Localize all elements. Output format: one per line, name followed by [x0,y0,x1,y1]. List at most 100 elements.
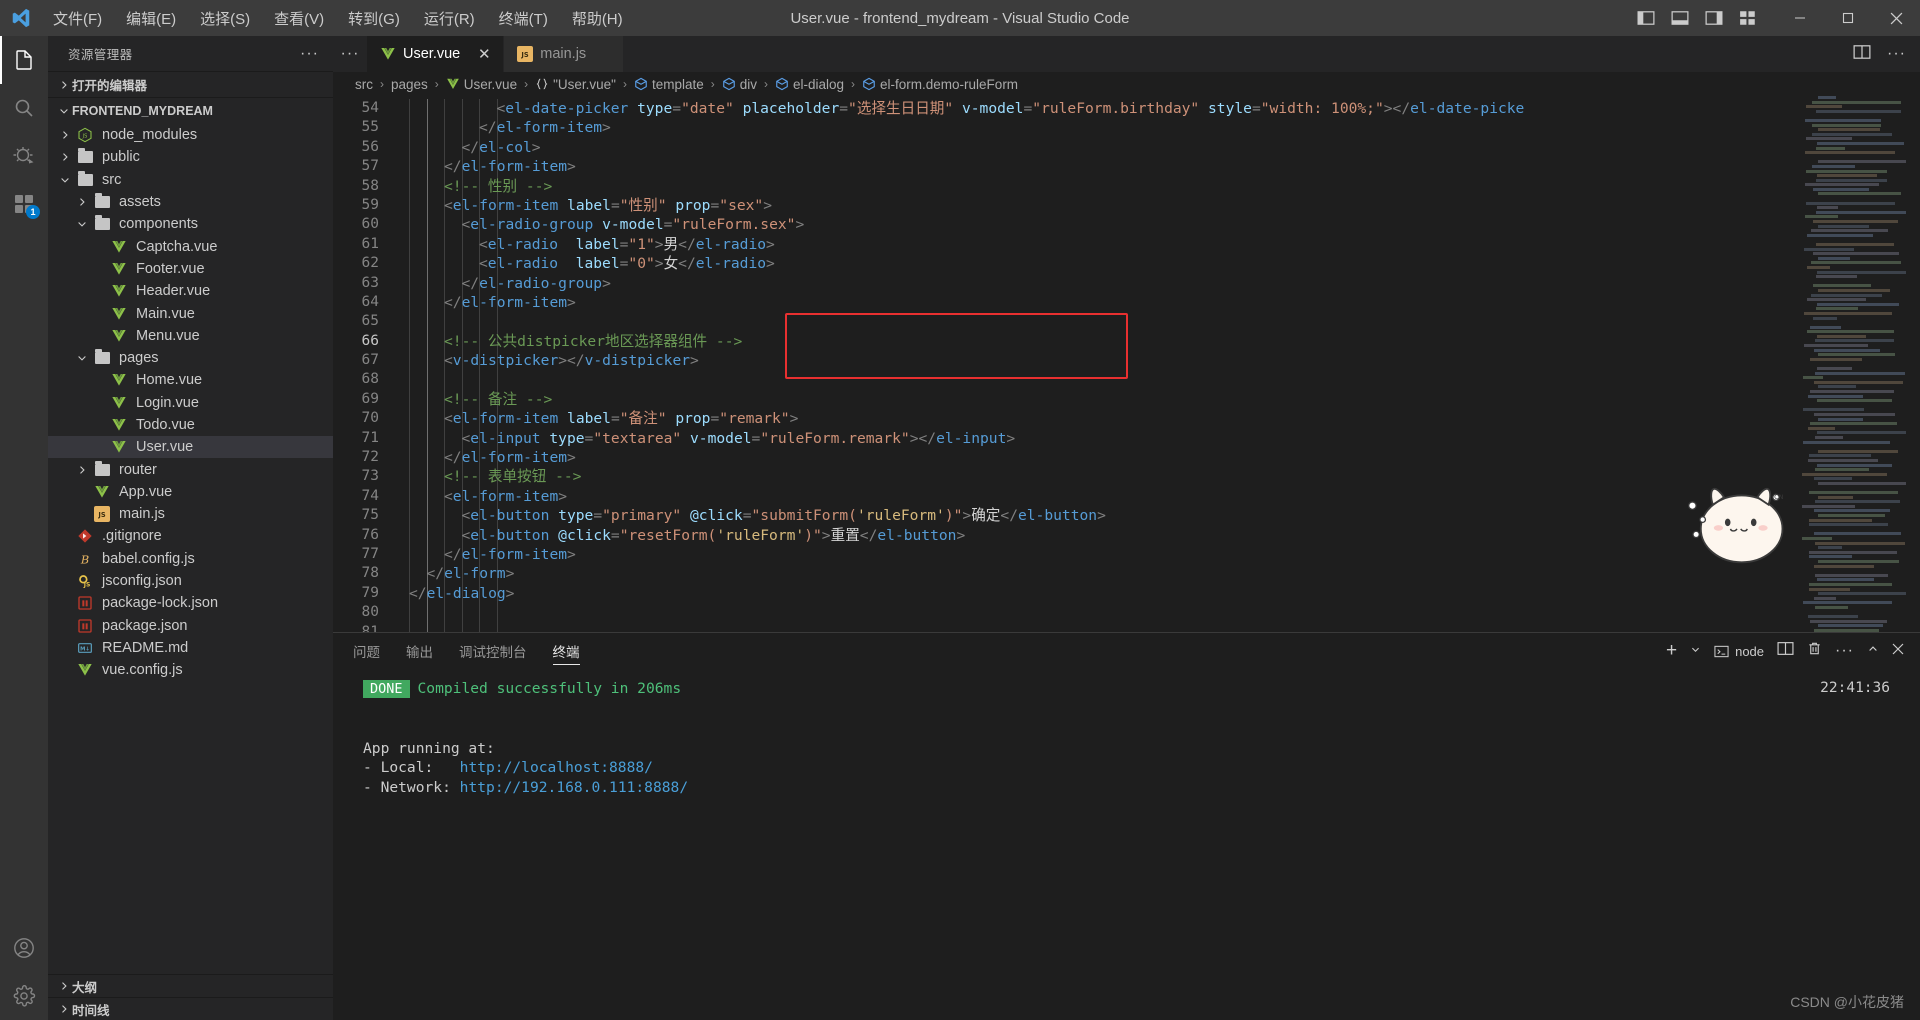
code-line[interactable]: <el-form-item label="性别" prop="sex"> [401,195,1920,244]
code-line[interactable]: </el-form-item> [401,292,1920,341]
editor-vertical-scrollbar[interactable] [1906,96,1920,632]
menu-selection[interactable]: 选择(S) [189,4,261,33]
tree-file-User.vue[interactable]: User.vue [48,436,333,459]
code-line[interactable]: <el-radio label="1">男</el-radio> [401,234,1920,283]
code-line[interactable]: </el-dialog> [401,583,1920,632]
chevron-down-icon[interactable] [73,352,91,364]
window-minimize-button[interactable] [1776,0,1824,36]
chevron-right-icon[interactable] [56,129,74,141]
breadcrumb-item-src[interactable]: src [355,77,373,92]
tree-file-Header.vue[interactable]: Header.vue [48,280,333,302]
code-line[interactable]: <el-radio label="0">女</el-radio> [401,254,1920,303]
window-maximize-button[interactable] [1824,0,1872,36]
new-terminal-icon[interactable]: + [1666,640,1677,662]
code-line[interactable]: <!-- 备注 --> [401,389,1920,438]
tree-folder-assets[interactable]: assets [48,191,333,213]
tree-folder-router[interactable]: router [48,458,333,480]
code-line[interactable] [401,603,1920,632]
code-line[interactable]: <el-radio-group v-model="ruleForm.sex"> [401,215,1920,264]
chevron-down-icon[interactable] [56,174,74,186]
breadcrumb-item-el-dialog[interactable]: el-dialog [775,77,844,92]
tabs-more-icon[interactable]: ··· [333,36,367,72]
maximize-panel-chevron-up-icon[interactable] [1867,642,1879,660]
tab-close-icon[interactable]: ✕ [475,45,493,63]
section-timeline[interactable]: 时间线 [48,997,333,1020]
terminal-kind-selector[interactable]: node [1714,644,1764,659]
menu-run[interactable]: 运行(R) [413,4,486,33]
panel-tab-debug-console[interactable]: 调试控制台 [459,633,527,669]
chevron-down-icon[interactable] [1690,642,1701,660]
code-line[interactable]: <el-form-item label="备注" prop="remark"> [401,409,1920,458]
toggle-secondary-sidebar-icon[interactable] [1704,8,1724,28]
section-outline[interactable]: 大纲 [48,974,333,997]
menu-go[interactable]: 转到(G) [337,4,411,33]
tree-file-package-lock.json[interactable]: package-lock.json [48,592,333,614]
code-line[interactable] [401,370,1920,419]
terminal-network-url[interactable]: http://192.168.0.111:8888/ [460,779,688,796]
tab-user-vue[interactable]: User.vue ✕ [367,36,505,72]
split-editor-icon[interactable] [1853,43,1871,66]
activity-run-debug[interactable] [0,132,48,180]
chevron-right-icon[interactable] [73,196,91,208]
chevron-right-icon[interactable] [56,151,74,163]
editor-more-actions-icon[interactable]: ··· [1887,45,1906,63]
tree-file-package.json[interactable]: package.json [48,615,333,637]
code-line[interactable]: <!-- 公共distpicker地区选择器组件 --> [401,331,1920,380]
tree-file-README.md[interactable]: M↓ README.md [48,637,333,659]
breadcrumb-item-Uservue[interactable]: User.vue [446,77,517,92]
tree-file-Login.vue[interactable]: Login.vue [48,392,333,414]
breadcrumb-item-Uservue[interactable]: "User.vue" [535,77,616,92]
tree-folder-pages[interactable]: pages [48,347,333,369]
toggle-panel-icon[interactable] [1670,8,1690,28]
activity-settings-gear-icon[interactable] [0,972,48,1020]
tree-file-main.js[interactable]: JS main.js [48,503,333,525]
code-line[interactable]: <!-- 性别 --> [401,176,1920,225]
tree-file-Captcha.vue[interactable]: Captcha.vue [48,235,333,257]
menu-view[interactable]: 查看(V) [263,4,335,33]
code-line[interactable]: </el-col> [401,137,1920,186]
panel-tab-problems[interactable]: 问题 [353,633,380,669]
activity-extensions[interactable]: 1 [0,180,48,228]
window-close-button[interactable] [1872,0,1920,36]
panel-tab-terminal[interactable]: 终端 [552,633,580,669]
chevron-right-icon[interactable] [73,464,91,476]
code-line[interactable]: </el-radio-group> [401,273,1920,322]
tree-file-Footer.vue[interactable]: Footer.vue [48,258,333,280]
customize-layout-icon[interactable] [1738,8,1758,28]
tree-folder-src[interactable]: src [48,169,333,191]
menu-terminal[interactable]: 终端(T) [488,4,559,33]
tree-file-.gitignore[interactable]: .gitignore [48,525,333,547]
kill-terminal-icon[interactable] [1807,641,1822,661]
tree-file-Main.vue[interactable]: Main.vue [48,302,333,324]
breadcrumb-item-el-formdemo-ruleForm[interactable]: el-form.demo-ruleForm [862,77,1018,92]
tree-file-Home.vue[interactable]: Home.vue [48,369,333,391]
code-line[interactable] [401,312,1920,361]
terminal-output[interactable]: DONE Compiled successfully in 206ms App r… [333,669,1920,1020]
code-line[interactable]: </el-form-item> [401,157,1920,206]
panel-more-actions-icon[interactable]: ··· [1835,642,1854,660]
section-project-root[interactable]: FRONTEND_MYDREAM [48,97,333,123]
menu-help[interactable]: 帮助(H) [561,4,634,33]
breadcrumb-item-div[interactable]: div [722,77,757,92]
tree-file-vue.config.js[interactable]: vue.config.js [48,659,333,681]
minimap[interactable] [1802,96,1906,632]
terminal-local-url[interactable]: http://localhost:8888/ [460,759,653,776]
activity-search[interactable] [0,84,48,132]
breadcrumb-item-pages[interactable]: pages [391,77,428,92]
menu-file[interactable]: 文件(F) [42,4,113,33]
chevron-down-icon[interactable] [73,218,91,230]
code-editor[interactable]: 54 55 56 57 58 59 60 61 62 63 64 65 66 67 68 69 70 71 72 73… [333,96,1920,632]
code-line[interactable] [401,622,1920,632]
menu-edit[interactable]: 编辑(E) [115,4,187,33]
section-open-editors[interactable]: 打开的编辑器 [48,71,333,97]
tree-file-jsconfig.json[interactable]: JS jsconfig.json [48,570,333,592]
tree-file-App.vue[interactable]: App.vue [48,481,333,503]
sidebar-more-actions-icon[interactable]: ··· [294,45,325,63]
activity-explorer[interactable] [0,36,48,84]
code-line[interactable]: <v-distpicker></v-distpicker> [401,351,1920,400]
tree-folder-components[interactable]: components [48,213,333,235]
code-line[interactable]: </el-form-item> [401,118,1920,167]
tree-file-babel.config.js[interactable]: Bbabel.config.js [48,548,333,570]
tree-folder-node_modules[interactable]: JS node_modules [48,124,333,146]
split-terminal-icon[interactable] [1777,640,1794,662]
